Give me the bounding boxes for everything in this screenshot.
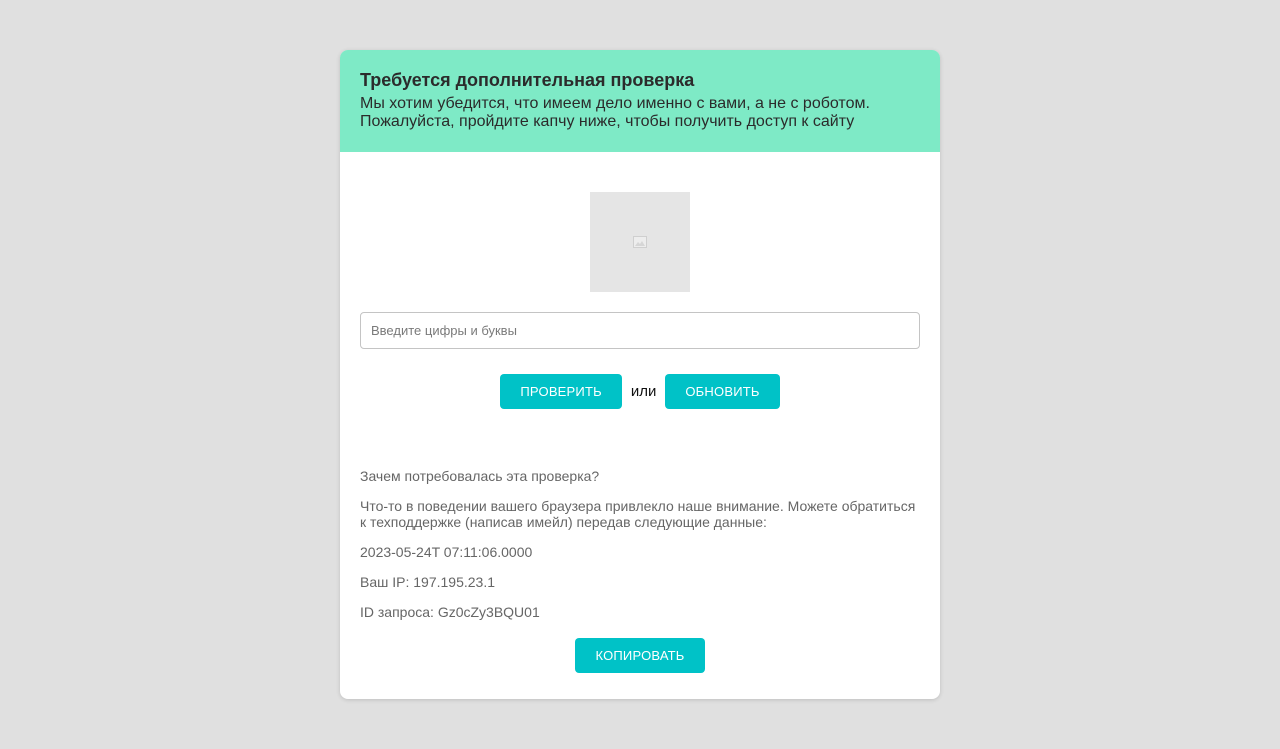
info-ip: Ваш IP: 197.195.23.1	[360, 574, 495, 590]
refresh-button[interactable]: ОБНОВИТЬ	[665, 374, 780, 409]
card-body: ПРОВЕРИТЬ или ОБНОВИТЬ Зачем потребовала…	[340, 152, 940, 673]
copy-wrap: КОПИРОВАТЬ	[360, 638, 920, 673]
verification-card: Требуется дополнительная проверка Мы хот…	[340, 50, 940, 699]
page-title: Требуется дополнительная проверка	[360, 70, 695, 90]
header-line-2: Пожалуйста, пройдите капчу ниже, чтобы п…	[360, 113, 855, 130]
header-description: Мы хотим убедится, что имеем дело именно…	[360, 95, 920, 131]
captcha-input[interactable]	[360, 312, 920, 349]
captcha-image	[590, 192, 690, 292]
info-section: Зачем потребовалась эта проверка? Что-то…	[360, 468, 920, 620]
broken-image-icon	[633, 236, 647, 248]
info-request-id: ID запроса: Gz0cZy3BQU01	[360, 604, 540, 620]
copy-button[interactable]: КОПИРОВАТЬ	[575, 638, 705, 673]
captcha-actions: ПРОВЕРИТЬ или ОБНОВИТЬ	[360, 374, 920, 409]
check-button[interactable]: ПРОВЕРИТЬ	[500, 374, 622, 409]
card-header: Требуется дополнительная проверка Мы хот…	[340, 50, 940, 152]
or-label: или	[630, 383, 657, 400]
info-explanation: Что-то в поведении вашего браузера привл…	[360, 498, 916, 530]
info-question: Зачем потребовалась эта проверка?	[360, 468, 600, 484]
header-line-1: Мы хотим убедится, что имеем дело именно…	[360, 95, 870, 112]
info-timestamp: 2023-05-24T 07:11:06.0000	[360, 544, 533, 560]
